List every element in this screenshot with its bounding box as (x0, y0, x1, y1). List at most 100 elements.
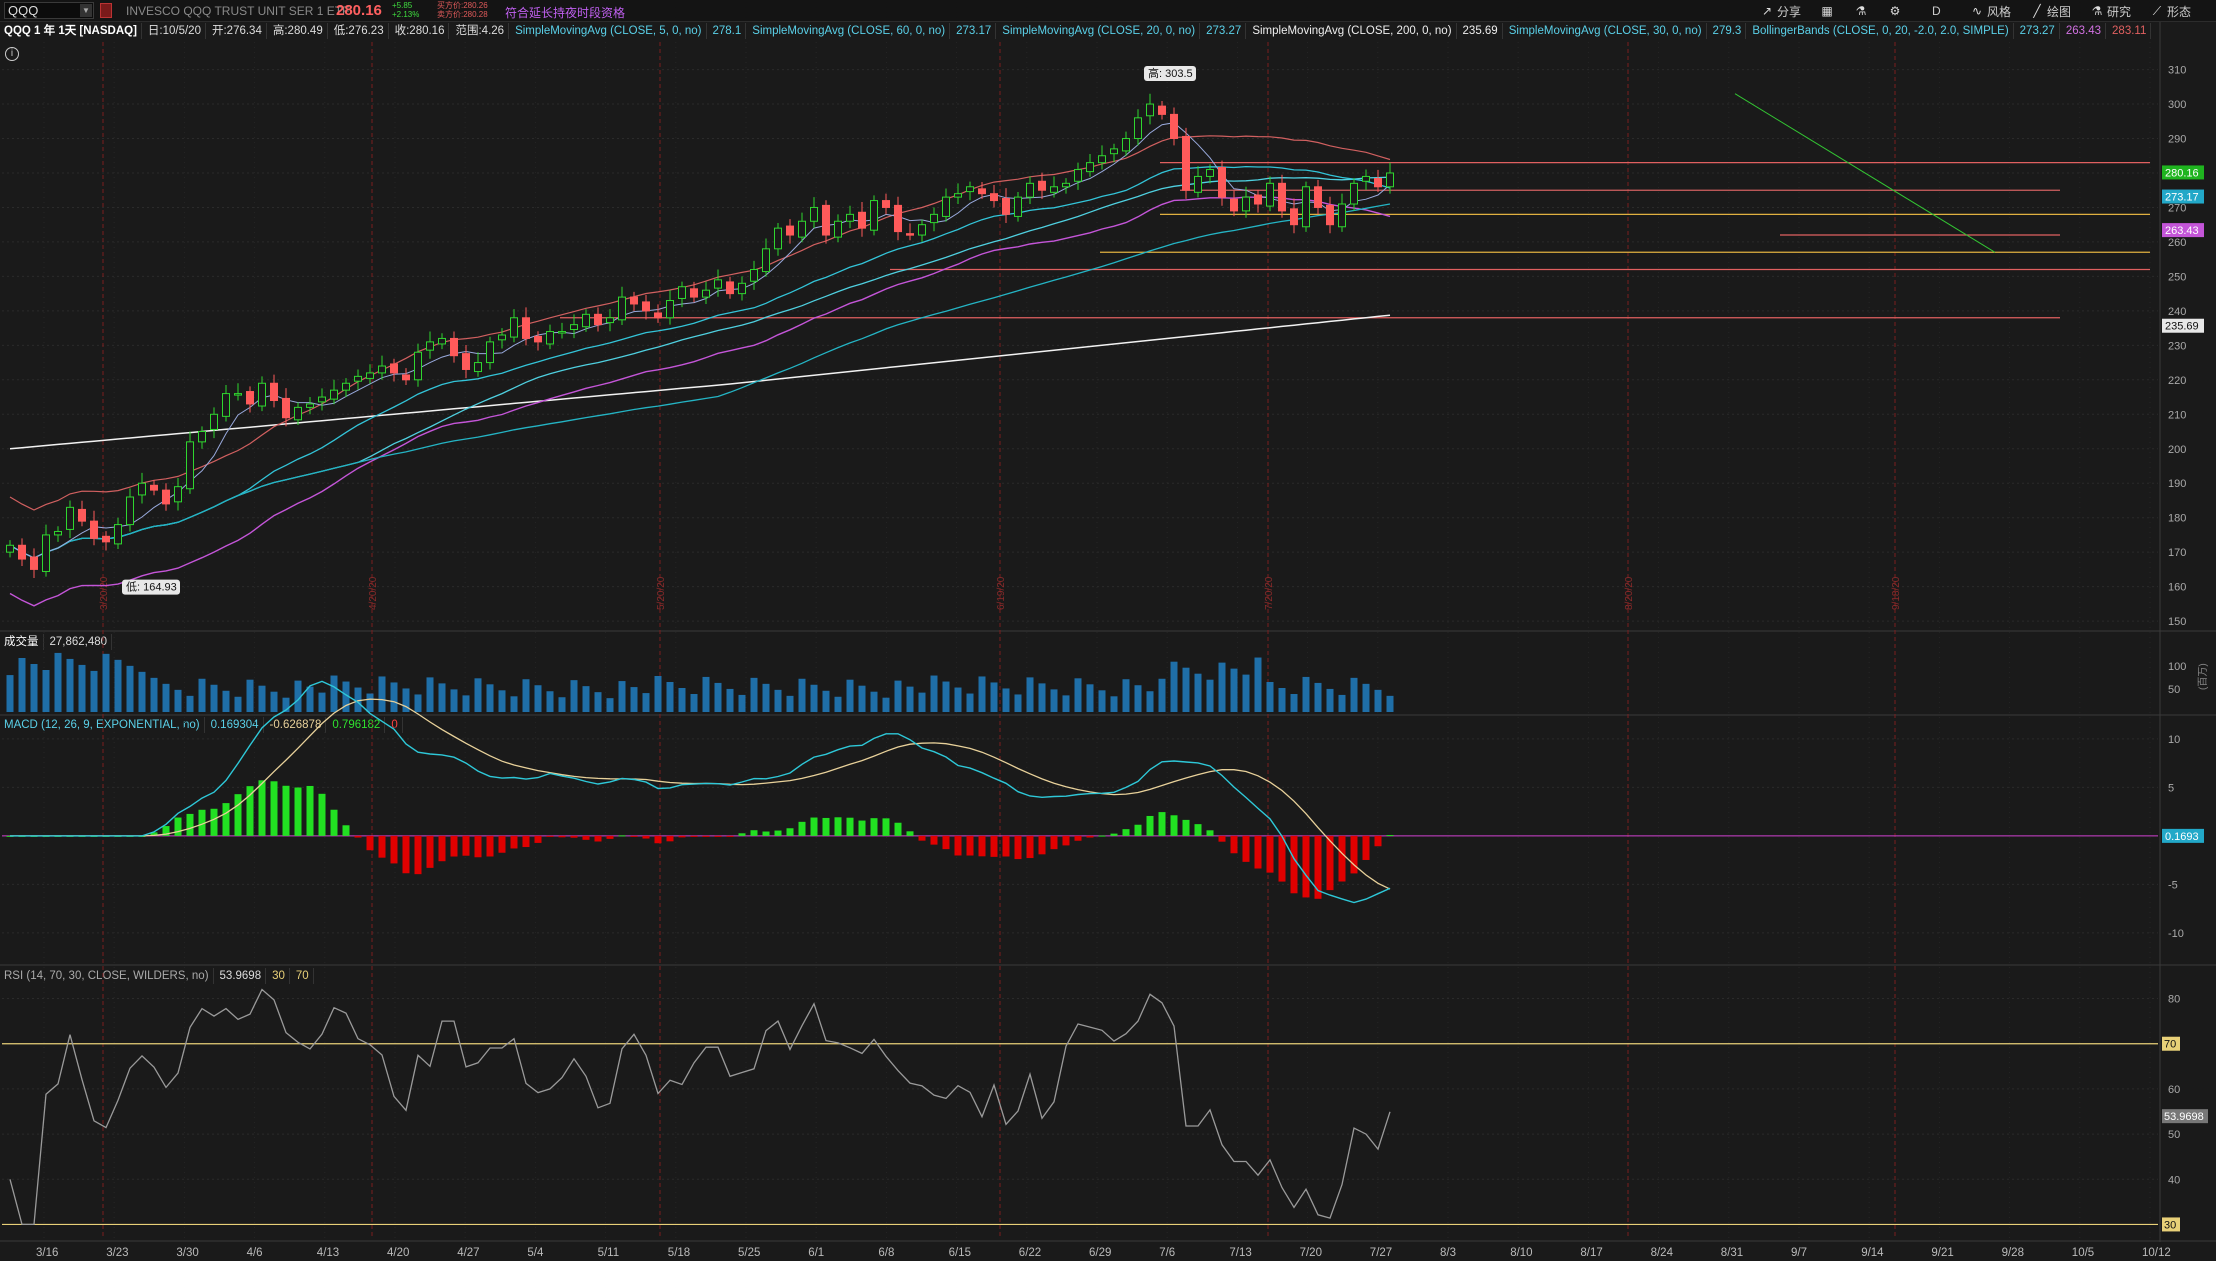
volume-bar (414, 694, 422, 712)
candle-body (402, 374, 410, 381)
x-axis-label: 7/20 (1300, 1247, 1322, 1259)
candle-body (1110, 148, 1118, 155)
candle-body (1146, 103, 1154, 117)
macd-histogram-bar (462, 835, 470, 856)
volume-bar (702, 676, 710, 712)
volume-bar (606, 698, 614, 712)
volume-bar (1230, 668, 1238, 712)
volume-bar (114, 659, 122, 712)
volume-bar (78, 664, 86, 712)
candle-body (1278, 182, 1286, 212)
macd-histogram-bar (1122, 829, 1130, 836)
low-annotation: 低: 164.93 (122, 579, 180, 595)
macd-histogram-bar (534, 835, 542, 843)
volume-bar (1254, 657, 1262, 712)
candle-body (978, 188, 986, 195)
volume-bar (270, 691, 278, 712)
candle-body (654, 312, 662, 319)
volume-bar (258, 685, 266, 712)
candle-body (1050, 186, 1058, 193)
macd-histogram-bar (642, 835, 650, 839)
volume-bar (834, 696, 842, 712)
macd-histogram-bar (798, 821, 806, 836)
high-annotation-text: 高: 303.5 (1148, 66, 1193, 80)
macd-histogram-bar (1230, 835, 1238, 854)
price-tag-text: 273.17 (2165, 192, 2199, 204)
macd-histogram-bar (426, 835, 434, 868)
rsi-tick-label: 50 (2168, 1129, 2180, 1141)
price-tick-label: 160 (2168, 582, 2186, 594)
macd-histogram-bar (678, 835, 686, 838)
macd-histogram-bar (498, 835, 506, 853)
candle-body (390, 363, 398, 374)
candle-body (18, 544, 26, 560)
volume-axis-unit: (百万) (2197, 663, 2209, 690)
candle-body (786, 225, 794, 236)
volume-bar (54, 652, 62, 712)
volume-bar (954, 687, 962, 712)
x-axis-label: 9/14 (1861, 1247, 1884, 1259)
candle-body (810, 206, 818, 222)
volume-bar (30, 664, 38, 712)
volume-bar (1290, 694, 1298, 712)
candle-body (690, 288, 698, 298)
macd-histogram-bar (474, 835, 482, 858)
price-tag: 280.16 (2162, 165, 2204, 180)
volume-bar (666, 682, 674, 712)
candle-body (102, 535, 110, 543)
candle-body (930, 213, 938, 224)
macd-histogram-bar (318, 793, 326, 836)
x-axis-label: 10/5 (2072, 1247, 2094, 1259)
candle-body (1350, 182, 1358, 205)
candle-body (546, 331, 554, 345)
macd-histogram-bar (1302, 835, 1310, 898)
candle-body (462, 353, 470, 370)
macd-histogram-bar (1386, 835, 1394, 837)
volume-bar (1122, 679, 1130, 712)
volume-bar (1086, 684, 1094, 712)
volume-bar (1386, 695, 1394, 712)
volume-bar (102, 653, 110, 712)
volume-bar (246, 679, 254, 712)
volume-bar (846, 679, 854, 712)
volume-bar (1278, 688, 1286, 712)
volume-bar (1002, 688, 1010, 712)
macd-tick-label: -5 (2168, 879, 2178, 891)
candle-body (330, 389, 338, 400)
macd-histogram-bar (234, 794, 242, 836)
volume-bar (198, 678, 206, 712)
rsi-tick-label: 60 (2168, 1084, 2180, 1096)
macd-histogram-bar (990, 835, 998, 857)
candle-body (1326, 204, 1334, 226)
macd-histogram-bar (390, 835, 398, 864)
macd-histogram-bar (582, 835, 590, 840)
x-axis-label: 4/27 (457, 1247, 479, 1259)
candle-body (954, 193, 962, 198)
volume-bar (174, 689, 182, 712)
volume-bar (1314, 682, 1322, 712)
candle-body (318, 396, 326, 403)
macd-histogram-bar (714, 835, 722, 837)
candle-body (366, 372, 374, 379)
candle-body (738, 282, 746, 295)
candle-body (534, 335, 542, 343)
macd-histogram-bar (1206, 830, 1214, 836)
candle-body (210, 413, 218, 430)
candle-body (870, 200, 878, 231)
macd-histogram-bar (870, 818, 878, 836)
rsi-tag: 30 (2162, 1217, 2180, 1232)
sma60-line (9, 203, 1391, 559)
macd-histogram-bar (414, 835, 422, 875)
price-tick-label: 310 (2168, 65, 2186, 77)
chart-area[interactable]: 3103002902802702602502402302202102001901… (0, 0, 2216, 1261)
volume-bar (654, 676, 662, 712)
volume-bar (150, 677, 158, 712)
candle-body (642, 301, 650, 312)
candle-body (150, 484, 158, 491)
macd-histogram-bar (750, 830, 758, 836)
volume-bar (222, 690, 230, 712)
macd-histogram-bar (1374, 835, 1382, 847)
candle-body (1158, 105, 1166, 115)
macd-histogram-bar (954, 835, 962, 856)
x-axis-label: 9/28 (2002, 1247, 2024, 1259)
